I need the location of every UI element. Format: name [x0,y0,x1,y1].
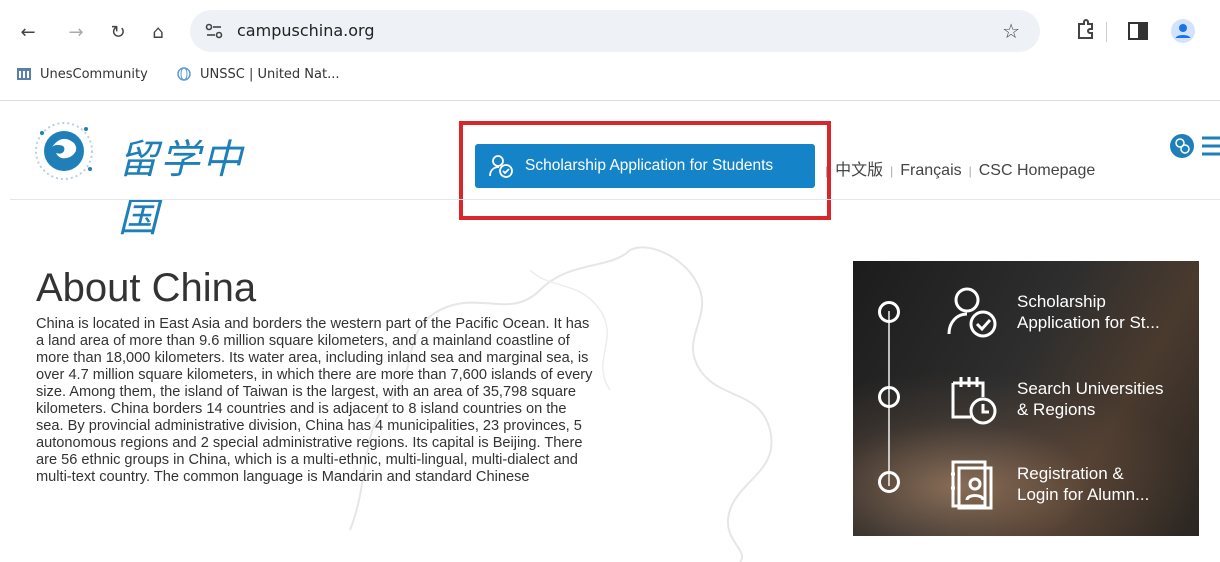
panel-item-search-universities[interactable]: Search Universities & Regions [943,364,1193,434]
bookmarks-bar: UnesCommunity UNSSC | United Nat... [0,60,1220,92]
profile-avatar-icon[interactable] [1170,18,1196,44]
panel-item-label: Search Universities & Regions [1017,378,1163,420]
panel-item-scholarship-application[interactable]: Scholarship Application for St... [943,277,1193,347]
panel-item-line: Search Universities [1017,379,1164,398]
globe-logo-icon [35,122,93,180]
link-csc-homepage[interactable]: CSC Homepage [979,162,1096,179]
url-text[interactable]: campuschina.org [237,21,374,40]
timeline-dot [878,471,900,493]
panel-item-label: Scholarship Application for St... [1017,291,1160,333]
panel-item-line: Scholarship [1017,292,1106,311]
student-check-icon [947,287,997,338]
panel-item-line: & Regions [1017,400,1096,419]
link-chinese-version[interactable]: 中文版 [835,162,883,179]
site-info-icon[interactable] [204,21,224,41]
panel-item-registration-login[interactable]: Registration & Login for Alumn... [943,449,1193,519]
about-body-text: China is located in East Asia and border… [36,316,593,485]
bookmark-label: UnesCommunity [40,66,148,82]
toolbar-divider [1106,22,1107,42]
header-links: | 中文版 | Français | CSC Homepage [818,156,1095,180]
panel-item-line: Login for Alumn... [1017,485,1150,504]
link-french[interactable]: Français [900,162,961,179]
bookmark-label: UNSSC | United Nat... [200,66,340,82]
panel-item-label: Registration & Login for Alumn... [1017,463,1149,505]
panel-item-line: Registration & [1017,464,1124,483]
extensions-icon[interactable] [1072,18,1098,44]
calendar-clock-icon [951,377,997,425]
link-separator: | [890,164,894,178]
home-icon[interactable]: ⌂ [144,18,172,46]
side-panel-icon[interactable] [1125,18,1151,44]
institution-icon [17,68,31,80]
id-card-icon [951,460,993,510]
panel-item-line: Application for St... [1017,313,1160,332]
un-logo-icon [177,67,191,81]
highlight-annotation-box [459,121,831,220]
bookmark-unssc[interactable]: UNSSC | United Nat... [176,66,340,82]
reload-icon[interactable]: ↻ [104,18,132,46]
timeline-dot [878,386,900,408]
link-separator: | [968,164,972,178]
site-logo[interactable]: 留学中国 [30,117,270,241]
user-menu-icon[interactable] [1168,132,1220,166]
browser-toolbar: ← → ↻ ⌂ campuschina.org ☆ [0,0,1220,60]
address-bar[interactable]: campuschina.org ☆ [190,10,1040,52]
timeline-dot [878,301,900,323]
about-title: About China [36,266,257,310]
bookmark-star-icon[interactable]: ☆ [1002,19,1020,43]
link-separator: | [825,164,829,178]
chrome-divider [0,100,1220,101]
quick-links-panel: Scholarship Application for St... Search… [853,261,1199,536]
bookmark-unescommunity[interactable]: UnesCommunity [16,66,148,82]
forward-icon[interactable]: → [62,18,90,46]
header-divider [10,199,1220,200]
back-icon[interactable]: ← [14,18,42,46]
logo-text: 留学中国 [118,137,244,241]
